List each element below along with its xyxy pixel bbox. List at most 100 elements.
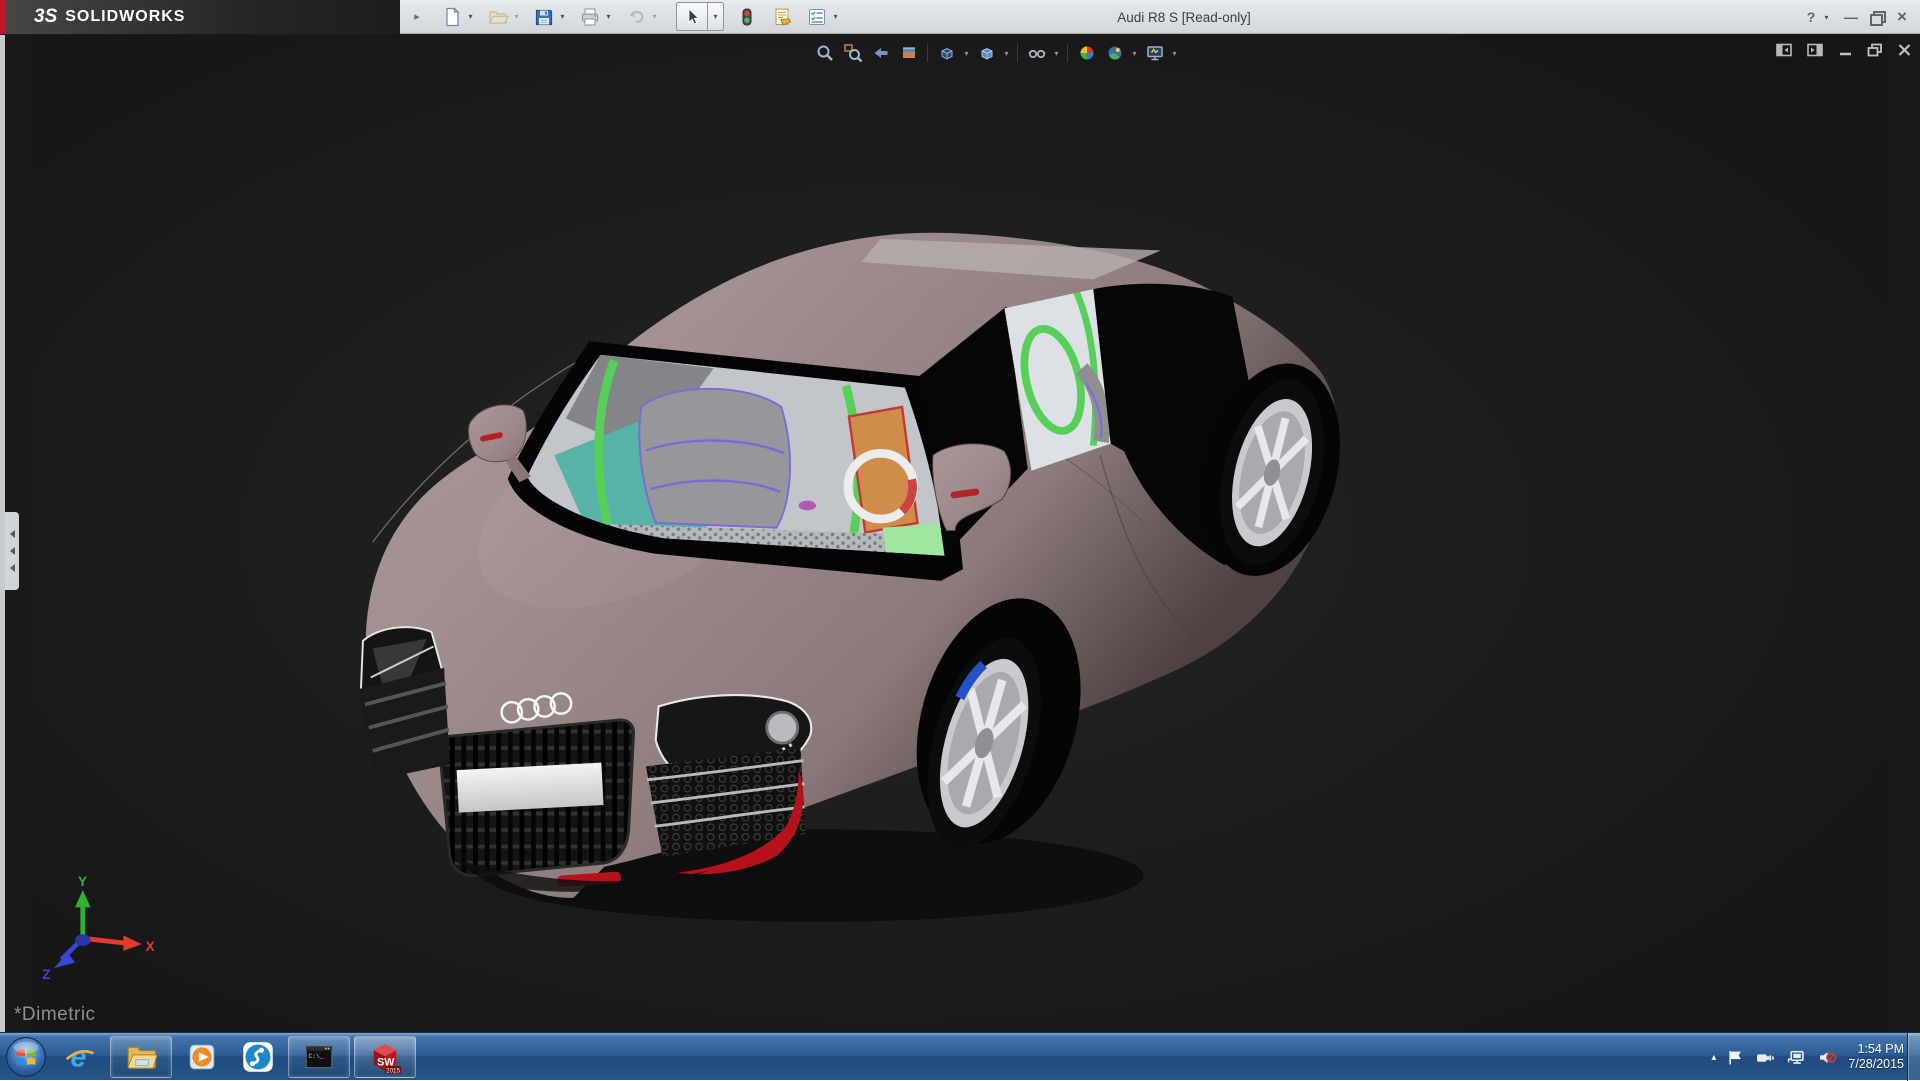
select-button[interactable] [677,3,707,30]
minimize-button[interactable]: — [1841,9,1861,25]
svg-text:2015: 2015 [386,1067,400,1074]
view-orientation-dropdown-icon[interactable]: ▾ [962,49,971,58]
left-pane-toggle-icon[interactable] [1776,43,1793,57]
standard-toolbar: ▾ ▾ ▾ ▾ [438,2,848,31]
print-dropdown-icon[interactable]: ▾ [603,12,614,21]
open-folder-icon [487,6,509,28]
help-dropdown-icon: ▾ [1821,13,1832,22]
print-button[interactable] [576,3,603,30]
select-dropdown-icon: ▾ [710,12,721,21]
apply-scene-dropdown-icon[interactable]: ▾ [1130,49,1139,58]
license-plate [457,763,604,813]
right-pane-toggle-icon[interactable] [1807,43,1824,57]
previous-view-icon [871,43,891,63]
toolbar-divider [927,44,928,62]
select-dropdown[interactable]: ▾ [707,3,723,30]
restore-button[interactable] [1870,11,1883,23]
feature-pane-expand-tab[interactable] [5,512,19,590]
open-button[interactable] [484,3,511,30]
action-center-flag-icon[interactable] [1727,1049,1744,1066]
zoom-to-area-icon [843,43,863,63]
file-properties-icon [771,6,793,28]
collapse-arrow-icon [10,547,15,555]
zoom-to-fit-button[interactable] [812,41,837,66]
folder-icon [125,1041,157,1073]
y-axis-label: Y [78,874,87,889]
display-style-dropdown-icon[interactable]: ▾ [1002,49,1011,58]
windows-taskbar: e [0,1032,1920,1080]
print-icon [579,6,601,28]
collapse-arrow-icon [10,530,15,538]
hide-show-items-button[interactable] [1024,41,1049,66]
taskbar-app-media-player[interactable] [176,1036,228,1078]
new-dropdown-icon[interactable]: ▾ [465,12,476,21]
window-title: Audi R8 S [Read-only] [1117,0,1251,34]
network-icon[interactable] [1786,1049,1806,1066]
save-dropdown-icon[interactable]: ▾ [557,12,568,21]
menu-expander-icon[interactable]: ▸ [410,10,424,23]
taskbar-app-internet-explorer[interactable]: e [54,1036,106,1078]
view-settings-dropdown-icon[interactable]: ▾ [1170,49,1179,58]
toolbar-divider [1017,44,1018,62]
z-axis-label: Z [42,967,50,982]
title-bar: 3S SOLIDWORKS ▸ ▾ ▾ ▾ [0,0,1920,34]
doc-restore-icon[interactable] [1867,43,1883,57]
taskbar-app-path-tool[interactable] [232,1036,284,1078]
view-settings-button[interactable] [1142,41,1167,66]
brand-name: SOLIDWORKS [65,8,185,26]
taskbar-app-solidworks[interactable]: SW 2015 [354,1036,416,1078]
options-dropdown-icon[interactable]: ▾ [830,12,841,21]
hide-show-items-icon [1027,43,1047,63]
hidden-icons-arrow-icon[interactable]: ▴ [1711,1052,1716,1063]
undo-button[interactable] [622,3,649,30]
clock-time: 1:54 PM [1848,1042,1904,1057]
start-button[interactable] [0,1034,52,1080]
command-prompt-icon: C:\_ [303,1041,335,1073]
clock-date: 7/28/2015 [1848,1057,1904,1072]
svg-text:C:\_: C:\_ [308,1053,324,1060]
rebuild-button[interactable] [733,3,760,30]
undo-dropdown-icon[interactable]: ▾ [649,12,660,21]
internet-explorer-icon: e [64,1041,96,1073]
taskbar-clock[interactable]: 1:54 PM 7/28/2015 [1848,1042,1904,1072]
help-icon: ? [1801,9,1821,25]
toolbar-divider [1067,44,1068,62]
new-document-button[interactable] [438,3,465,30]
hide-show-dropdown-icon[interactable]: ▾ [1052,49,1061,58]
undo-icon [625,6,647,28]
media-player-icon [186,1041,218,1073]
options-button[interactable] [803,3,830,30]
doc-close-icon[interactable] [1897,43,1912,57]
open-dropdown-icon[interactable]: ▾ [511,12,522,21]
save-floppy-icon [533,6,555,28]
brand-accent-stripe [0,0,6,34]
collapse-arrow-icon [10,564,15,572]
new-document-icon [441,6,463,28]
taskbar-app-command-prompt[interactable]: C:\_ [288,1036,350,1078]
view-orientation-icon [937,43,957,63]
document-window-controls [1776,43,1912,57]
save-button[interactable] [530,3,557,30]
display-style-button[interactable] [974,41,999,66]
previous-view-button[interactable] [868,41,893,66]
edit-appearance-button[interactable] [1074,41,1099,66]
doc-minimize-icon[interactable] [1838,43,1853,57]
power-plug-icon[interactable] [1755,1049,1775,1066]
show-desktop-button[interactable] [1907,1033,1920,1081]
solidworks-2015-icon: SW 2015 [368,1040,402,1074]
graphics-viewport[interactable]: Y X Z [0,35,1920,1032]
taskbar-app-windows-explorer[interactable] [110,1036,172,1078]
view-settings-icon [1145,43,1165,63]
x-axis-label: X [146,939,155,954]
zoom-to-fit-icon [815,43,835,63]
view-orientation-button[interactable] [934,41,959,66]
apply-scene-icon [1105,43,1125,63]
close-button[interactable]: × [1892,7,1912,27]
file-properties-button[interactable] [768,3,795,30]
apply-scene-button[interactable] [1102,41,1127,66]
volume-muted-icon[interactable] [1817,1049,1837,1066]
help-button[interactable]: ? ▾ [1801,9,1832,25]
svg-text:e: e [70,1041,86,1072]
zoom-to-area-button[interactable] [840,41,865,66]
section-view-button[interactable] [896,41,921,66]
